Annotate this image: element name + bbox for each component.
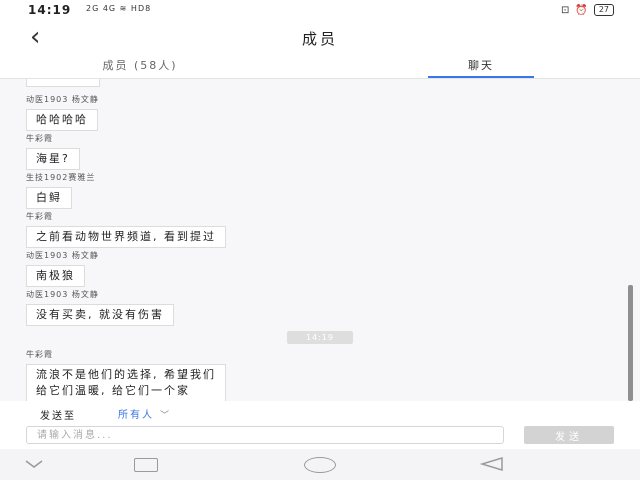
message-bubble[interactable]: 哈哈哈哈 [26, 109, 98, 131]
message-item: 动医1903 杨文静 南极狼 [26, 250, 99, 287]
hd-label: HD8 [130, 4, 152, 13]
chevron-down-icon[interactable] [24, 457, 44, 471]
message-sender: 牛彩霞 [26, 350, 53, 359]
chat-message-list[interactable]: 动医1903 杨文静 哈哈哈哈 牛彩霞 海星? 生技1902赛雅兰 白鲟 牛彩霞… [0, 79, 640, 401]
signal-text: 2G 4G [86, 4, 117, 13]
message-line: 给它们温暖, 给它们一个家 [36, 384, 190, 397]
battery-indicator: 27 [593, 4, 614, 16]
tab-members[interactable]: 成员 (58人) [40, 57, 240, 78]
tab-bar: 成员 (58人) 聊天 [0, 56, 640, 79]
partial-message-bubble [26, 79, 100, 87]
page-title: 成员 [301, 30, 338, 48]
lock-icon: ⊡ [560, 4, 570, 16]
message-item: 生技1902赛雅兰 白鲟 [26, 172, 95, 209]
message-sender: 生技1902赛雅兰 [26, 173, 96, 182]
chevron-down-icon: ﹀ [160, 411, 172, 421]
signal-indicator: 2G 4G ≋ HD8 [86, 4, 151, 13]
recipient-label: 所有人 [118, 410, 154, 421]
message-item: 牛彩霞 海星? [26, 133, 80, 170]
message-sender: 牛彩霞 [26, 212, 53, 221]
status-right: ⊡ ⏰ 27 [561, 4, 614, 16]
send-to-label: 发送至 [40, 411, 76, 422]
tab-chat[interactable]: 聊天 [428, 57, 534, 78]
recipient-selector[interactable]: 所有人 ﹀ [118, 406, 171, 421]
alarm-icon: ⏰ [575, 4, 588, 16]
status-bar: 14:19 2G 4G ≋ HD8 ⊡ ⏰ 27 [0, 0, 640, 22]
message-item: 动医1903 杨文静 哈哈哈哈 [26, 94, 99, 131]
message-sender: 动医1903 杨文静 [26, 290, 99, 299]
status-time: 14:19 [28, 3, 72, 17]
home-circle-icon[interactable] [304, 457, 336, 473]
header: ‹ 成员 [0, 22, 640, 56]
message-bubble[interactable]: 之前看动物世界频道, 看到提过 [26, 226, 226, 248]
message-item: 动医1903 杨文静 没有买卖, 就没有伤害 [26, 289, 174, 326]
message-sender: 动医1903 杨文静 [26, 251, 99, 260]
message-item: 牛彩霞 流浪不是他们的选择, 希望我们 给它们温暖, 给它们一个家 [26, 349, 226, 401]
send-button[interactable]: 发送 [524, 426, 614, 444]
message-input[interactable] [26, 426, 504, 444]
message-bubble[interactable]: 流浪不是他们的选择, 希望我们 给它们温暖, 给它们一个家 [26, 364, 226, 401]
message-bubble[interactable]: 没有买卖, 就没有伤害 [26, 304, 174, 326]
square-icon[interactable] [134, 458, 158, 472]
back-triangle-icon[interactable] [480, 457, 504, 471]
message-bubble[interactable]: 白鲟 [26, 187, 72, 209]
message-item: 牛彩霞 之前看动物世界频道, 看到提过 [26, 211, 226, 248]
wifi-icon: ≋ [119, 4, 131, 13]
message-bubble[interactable]: 南极狼 [26, 265, 85, 287]
active-tab-indicator [428, 76, 534, 78]
message-sender: 牛彩霞 [26, 134, 53, 143]
composer: 发送至 所有人 ﹀ 发送 [0, 401, 640, 449]
message-bubble[interactable]: 海星? [26, 148, 80, 170]
message-line: 流浪不是他们的选择, 希望我们 [36, 368, 216, 381]
system-nav-bar [0, 449, 640, 480]
message-sender: 动医1903 杨文静 [26, 95, 99, 104]
scrollbar[interactable] [628, 285, 633, 401]
time-divider: 14:19 [287, 331, 353, 344]
